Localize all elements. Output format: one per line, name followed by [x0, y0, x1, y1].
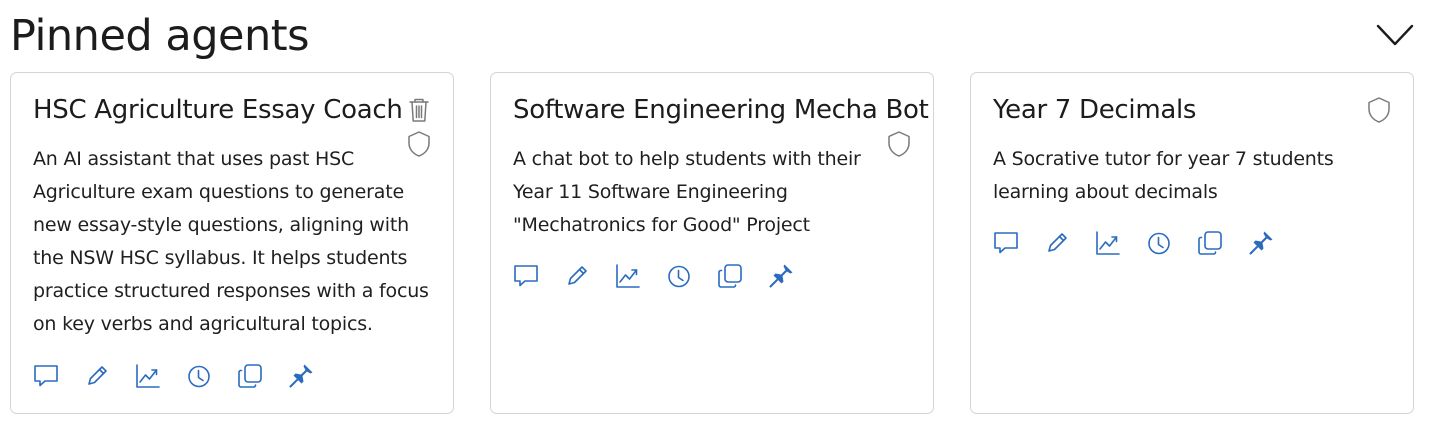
trash-icon — [409, 98, 429, 122]
shield-button[interactable] — [1364, 95, 1394, 125]
pin-icon — [1249, 231, 1273, 255]
action-bar — [31, 361, 317, 391]
edit-icon — [88, 366, 107, 385]
agent-description: A Socrative tutor for year 7 students le… — [993, 148, 1334, 203]
shield-button[interactable] — [884, 129, 914, 159]
analytics-button[interactable] — [1093, 228, 1124, 258]
analytics-button[interactable] — [613, 261, 644, 291]
pin-button[interactable] — [766, 261, 797, 291]
analytics-icon — [1096, 231, 1120, 255]
chat-icon — [34, 365, 58, 387]
delete-button[interactable] — [404, 95, 434, 125]
shield-icon — [888, 131, 910, 157]
duplicate-button[interactable] — [1195, 228, 1226, 258]
agent-card[interactable]: Year 7 Decimals A Socrative tutor for ye… — [970, 72, 1414, 414]
action-bar — [991, 228, 1277, 258]
shield-icon — [408, 131, 430, 157]
history-button[interactable] — [184, 361, 215, 391]
pin-icon — [289, 364, 313, 388]
pin-button[interactable] — [1246, 228, 1277, 258]
chevron-down-icon — [1376, 24, 1414, 46]
agent-card[interactable]: Software Engineering Mecha Bot A chat bo… — [490, 72, 934, 414]
edit-button[interactable] — [1042, 228, 1073, 258]
pin-button[interactable] — [286, 361, 317, 391]
action-bar — [511, 261, 797, 291]
shield-button[interactable] — [404, 129, 434, 159]
analytics-icon — [616, 264, 640, 288]
chat-icon — [994, 232, 1018, 254]
edit-icon — [568, 266, 587, 285]
duplicate-icon — [1198, 231, 1222, 255]
shield-icon — [1368, 97, 1390, 123]
analytics-button[interactable] — [133, 361, 164, 391]
section-title: Pinned agents — [10, 11, 309, 61]
duplicate-button[interactable] — [715, 261, 746, 291]
history-icon — [188, 365, 210, 388]
chat-icon — [514, 265, 538, 287]
agent-description: An AI assistant that uses past HSC Agric… — [33, 148, 429, 335]
duplicate-icon — [238, 364, 262, 388]
edit-icon — [1048, 233, 1067, 252]
agent-title[interactable]: HSC Agriculture Essay Coach — [33, 95, 403, 125]
analytics-icon — [136, 364, 160, 388]
pin-icon — [769, 264, 793, 288]
edit-button[interactable] — [82, 361, 113, 391]
edit-button[interactable] — [562, 261, 593, 291]
chat-button[interactable] — [991, 228, 1022, 258]
duplicate-button[interactable] — [235, 361, 266, 391]
history-button[interactable] — [1144, 228, 1175, 258]
chat-button[interactable] — [511, 261, 542, 291]
duplicate-icon — [718, 264, 742, 288]
chat-button[interactable] — [31, 361, 62, 391]
agent-description: A chat bot to help students with their Y… — [513, 148, 861, 236]
agent-title[interactable]: Year 7 Decimals — [993, 95, 1196, 125]
history-icon — [668, 265, 690, 288]
history-button[interactable] — [664, 261, 695, 291]
agent-title[interactable]: Software Engineering Mecha Bot — [513, 95, 929, 125]
history-icon — [1148, 232, 1170, 255]
agent-card[interactable]: HSC Agriculture Essay Coach An AI assist… — [10, 72, 454, 414]
collapse-button[interactable] — [1372, 14, 1418, 54]
